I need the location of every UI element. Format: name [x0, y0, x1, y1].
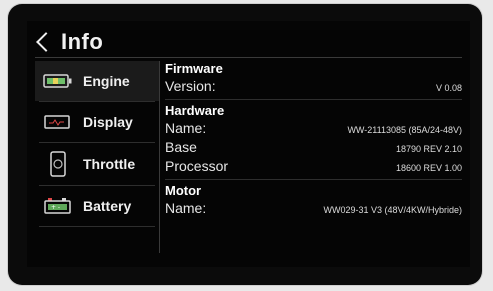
motor-title: Motor [165, 183, 202, 198]
sidebar-item-battery[interactable]: + - Battery [35, 186, 159, 226]
info-content: Firmware Version: V 0.08 Hardware Name: … [165, 61, 462, 253]
sidebar-divider [39, 226, 155, 227]
section-divider [165, 179, 462, 180]
firmware-title: Firmware [165, 61, 223, 76]
battery-level-icon [43, 71, 73, 91]
motor-name-value: WW029-31 V3 (48V/4KW/Hybride) [323, 205, 462, 215]
motor-name-label: Name: [165, 200, 207, 216]
back-button[interactable]: Info [35, 27, 103, 57]
chevron-left-icon [36, 32, 56, 52]
firmware-version-row: Version: V 0.08 [165, 77, 462, 96]
sidebar-item-throttle[interactable]: Throttle [35, 143, 159, 185]
hardware-section: Hardware Name: WW-21113085 (85A/24-48V) … [165, 103, 462, 176]
firmware-section: Firmware Version: V 0.08 [165, 61, 462, 96]
firmware-version-value: V 0.08 [435, 83, 462, 93]
hardware-title: Hardware [165, 103, 225, 118]
sidebar-item-display[interactable]: Display [35, 102, 159, 142]
sidebar-item-label: Display [83, 114, 133, 130]
hardware-base-label: Base [165, 139, 197, 155]
sidebar-item-label: Engine [83, 73, 130, 89]
hardware-processor-row: Processor 18600 REV 1.00 [165, 157, 462, 176]
battery-terminals-icon: + - [43, 196, 73, 216]
section-divider [165, 99, 462, 100]
sidebar-item-engine[interactable]: Engine [35, 61, 159, 101]
sidebar-item-label: Battery [83, 198, 132, 214]
page-title: Info [61, 29, 104, 54]
hardware-base-value: 18790 REV 2.10 [395, 144, 462, 154]
header-divider [35, 57, 462, 58]
hardware-name-label: Name: [165, 120, 207, 136]
hardware-processor-label: Processor [165, 158, 229, 174]
firmware-version-label: Version: [165, 78, 216, 94]
hardware-base-row: Base 18790 REV 2.10 [165, 138, 462, 157]
hardware-processor-value: 18600 REV 1.00 [395, 163, 462, 173]
hardware-name-row: Name: WW-21113085 (85A/24-48V) [165, 119, 462, 138]
motor-section: Motor Name: WW029-31 V3 (48V/4KW/Hybride… [165, 183, 462, 218]
throttle-icon [43, 151, 73, 177]
display-icon [43, 112, 73, 132]
svg-text:+ -: + - [51, 204, 60, 211]
motor-name-row: Name: WW029-31 V3 (48V/4KW/Hybride) [165, 199, 462, 218]
sidebar: Engine Display Throttle + - Battery [35, 61, 160, 253]
info-screen: Info Engine Display Throttle + - Battery… [27, 21, 470, 267]
hardware-name-value: WW-21113085 (85A/24-48V) [347, 125, 462, 135]
sidebar-item-label: Throttle [83, 156, 136, 172]
